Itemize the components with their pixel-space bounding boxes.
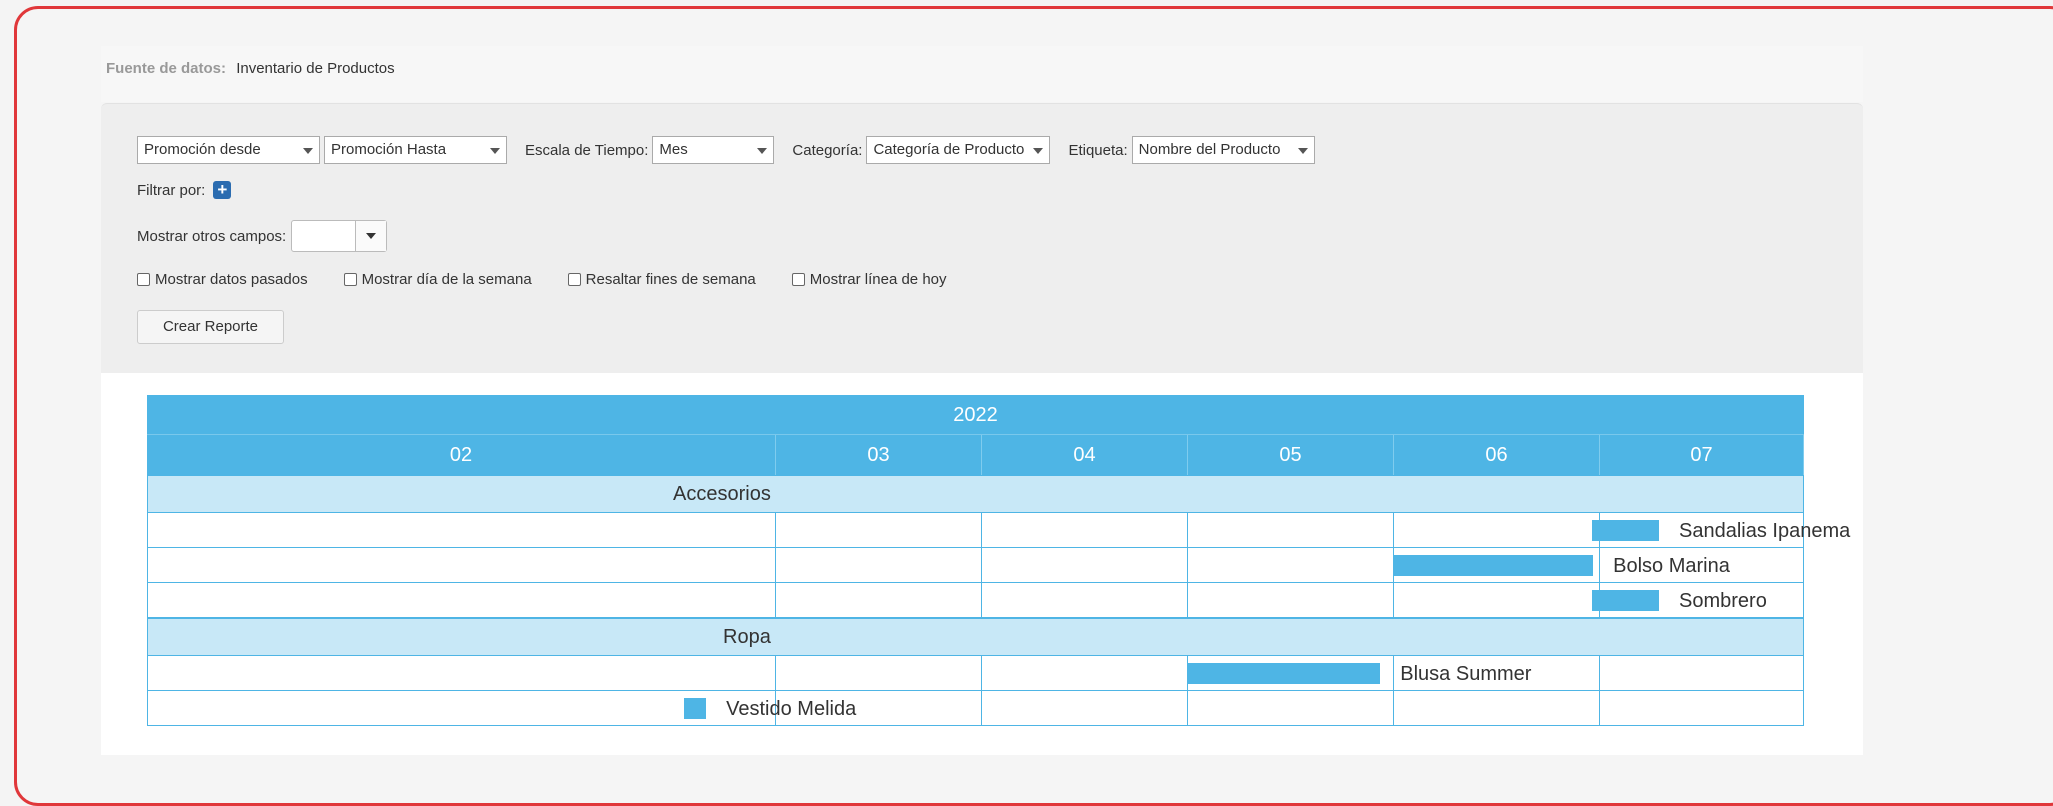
gantt-bar[interactable] — [684, 698, 707, 719]
gantt-bar[interactable] — [1592, 520, 1659, 541]
gantt-cell — [1188, 548, 1394, 583]
chevron-down-icon — [1297, 148, 1308, 154]
gantt-month-header: 02 — [147, 435, 776, 475]
checkbox-box[interactable] — [567, 273, 581, 286]
highlight-weekends-checkbox[interactable]: Resaltar fines de semana — [567, 271, 756, 288]
gantt-cell — [1394, 691, 1600, 726]
report-settings-panel: Promoción desde Promoción Hasta Escala d… — [101, 103, 1863, 373]
gantt-cell — [776, 548, 982, 583]
gantt-bar[interactable] — [1592, 590, 1659, 611]
data-source-bar: Fuente de datos: Inventario de Productos — [101, 46, 1863, 102]
filter-label: Filtrar por: — [137, 181, 206, 199]
gantt-month-header: 03 — [776, 435, 982, 475]
gantt-cell — [1600, 691, 1804, 726]
gantt-cell — [1188, 513, 1394, 548]
gantt-chart: 2022 02 03 04 05 06 07 Accesorios Sandalias Ipa… — [147, 395, 1850, 731]
other-fields-input[interactable] — [292, 221, 357, 251]
gantt-cell — [776, 656, 982, 691]
tag-value: Nombre del Producto — [1138, 141, 1281, 158]
gantt-cell — [982, 513, 1188, 548]
caret-down-icon — [366, 233, 377, 239]
chevron-down-icon — [1033, 148, 1044, 154]
promotion-from-value: Promoción desde — [144, 141, 261, 158]
checkbox-box[interactable] — [343, 273, 357, 286]
gantt-cell — [982, 691, 1188, 726]
other-fields-label: Mostrar otros campos: — [137, 227, 287, 245]
gantt-cell — [982, 583, 1188, 618]
add-filter-button[interactable]: + — [213, 180, 232, 199]
tag-select[interactable]: Nombre del Producto — [1131, 136, 1315, 164]
plus-icon: + — [217, 180, 228, 199]
gantt-cell — [1600, 656, 1804, 691]
category-select[interactable]: Categoría de Producto — [866, 136, 1051, 164]
promotion-from-select[interactable]: Promoción desde — [137, 136, 320, 164]
gantt-year-header: 2022 — [147, 395, 1804, 435]
gantt-bar-label: Sombrero — [1679, 590, 1767, 612]
gantt-cell — [1188, 691, 1394, 726]
promotion-to-value: Promoción Hasta — [331, 141, 447, 158]
show-weekday-label: Mostrar día de la semana — [361, 271, 532, 288]
show-weekday-checkbox[interactable]: Mostrar día de la semana — [343, 271, 532, 288]
gantt-cell — [147, 691, 776, 726]
gantt-bar[interactable] — [1394, 555, 1594, 576]
highlight-weekends-label: Resaltar fines de semana — [585, 271, 756, 288]
category-label: Categoría: — [792, 141, 863, 159]
gantt-cell — [1394, 513, 1600, 548]
gantt-month-header: 05 — [1188, 435, 1394, 475]
other-fields-combo[interactable] — [291, 220, 388, 252]
gantt-bar-label: Sandalias Ipanema — [1679, 520, 1851, 542]
gantt-month-header: 04 — [982, 435, 1188, 475]
settings-row-scale: Promoción desde Promoción Hasta Escala d… — [137, 136, 1319, 164]
checkbox-box[interactable] — [791, 273, 805, 286]
gantt-cell — [776, 513, 982, 548]
tag-label: Etiqueta: — [1068, 141, 1128, 159]
time-scale-select[interactable]: Mes — [652, 136, 775, 164]
chevron-down-icon — [303, 148, 313, 154]
gantt-cell — [147, 513, 776, 548]
gantt-cell — [982, 548, 1188, 583]
gantt-bar-label: Vestido Melida — [726, 698, 857, 720]
gantt-cell — [147, 583, 776, 618]
time-scale-value: Mes — [659, 141, 688, 158]
gantt-month-header: 07 — [1600, 435, 1804, 475]
gantt-group-row: Accesorios — [147, 475, 1804, 513]
checkbox-box[interactable] — [137, 273, 150, 286]
show-past-data-label: Mostrar datos pasados — [155, 271, 308, 288]
gantt-cell — [1394, 583, 1600, 618]
category-value: Categoría de Producto — [873, 141, 1025, 158]
create-report-button[interactable]: Crear Reporte — [137, 310, 284, 344]
chevron-down-icon — [757, 148, 768, 154]
gantt-group-label: Accesorios — [673, 483, 771, 505]
gantt-bar[interactable] — [1188, 663, 1381, 684]
show-today-line-checkbox[interactable]: Mostrar línea de hoy — [791, 271, 947, 288]
gantt-cell — [147, 656, 776, 691]
gantt-group-row: Ropa — [147, 618, 1804, 656]
gantt-bar-label: Bolso Marina — [1613, 555, 1730, 577]
settings-row-action: Crear Reporte — [137, 310, 284, 344]
show-past-data-checkbox[interactable]: Mostrar datos pasados — [137, 271, 308, 288]
promotion-to-select[interactable]: Promoción Hasta — [324, 136, 507, 164]
gantt-cell — [982, 656, 1188, 691]
settings-row-options: Mostrar datos pasados Mostrar día de la … — [137, 271, 983, 288]
gantt-month-header: 06 — [1394, 435, 1600, 475]
data-source-label: Fuente de datos: — [106, 60, 227, 77]
settings-row-filter: Filtrar por: + — [137, 180, 232, 199]
gantt-cell — [776, 583, 982, 618]
show-today-line-label: Mostrar línea de hoy — [809, 271, 947, 288]
other-fields-dropdown-button[interactable] — [356, 221, 387, 251]
time-scale-label: Escala de Tiempo: — [525, 141, 649, 159]
gantt-group-label: Ropa — [723, 626, 771, 648]
gantt-cell — [1188, 583, 1394, 618]
gantt-cell — [147, 548, 776, 583]
chevron-down-icon — [490, 148, 500, 154]
gantt-bar-label: Blusa Summer — [1400, 663, 1532, 685]
settings-row-other-fields: Mostrar otros campos: — [137, 220, 388, 252]
data-source-value: Inventario de Productos — [236, 60, 395, 77]
